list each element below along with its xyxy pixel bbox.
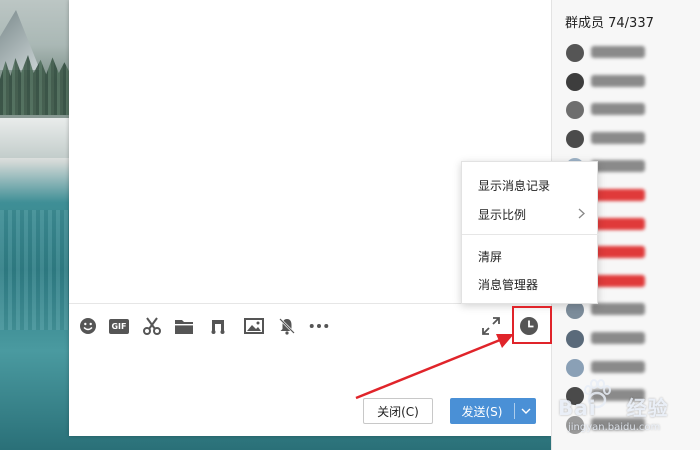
member-name-blurred	[591, 103, 645, 116]
avatar	[566, 72, 584, 91]
member-name-blurred	[591, 217, 645, 230]
background-water	[0, 210, 70, 330]
expand-icon[interactable]	[481, 316, 501, 336]
menu-item-clear-screen[interactable]: 清屏	[478, 248, 502, 265]
send-button[interactable]: 发送(S)	[450, 398, 536, 424]
avatar	[566, 101, 584, 120]
menu-item-zoom[interactable]: 显示比例	[478, 206, 526, 223]
member-name-blurred	[591, 160, 645, 173]
member-name-blurred	[591, 274, 645, 287]
watermark-brand-cn: 经验	[626, 396, 669, 420]
watermark-brand-latin: Bai	[558, 396, 597, 420]
gif-label: GIF	[109, 318, 129, 334]
member-list-item[interactable]	[566, 126, 700, 152]
member-name-blurred	[591, 332, 645, 344]
highlight-box	[512, 306, 552, 344]
watermark-brand: Bai 经验	[558, 392, 669, 421]
mute-bell-icon[interactable]	[277, 316, 297, 336]
more-icon[interactable]	[309, 316, 329, 336]
member-name-blurred	[591, 303, 645, 316]
gif-icon[interactable]: GIF	[109, 316, 129, 336]
member-list-item[interactable]	[566, 326, 700, 352]
member-list-item[interactable]	[566, 69, 700, 95]
emoji-icon[interactable]	[78, 316, 98, 336]
input-toolbar: GIF	[69, 304, 551, 344]
member-panel-title: 群成员 74/337	[565, 16, 654, 31]
menu-item-show-history[interactable]: 显示消息记录	[478, 177, 550, 194]
background-shore	[0, 118, 70, 158]
background-mountain	[0, 10, 40, 70]
member-name-blurred	[591, 360, 645, 373]
context-menu: 显示消息记录 显示比例 清屏 消息管理器	[461, 161, 599, 304]
avatar	[566, 129, 584, 148]
image-icon[interactable]	[244, 316, 264, 336]
screenshot-scissors-icon[interactable]	[142, 316, 162, 336]
member-name-blurred	[591, 46, 645, 58]
music-icon[interactable]	[208, 316, 228, 336]
chevron-right-icon	[578, 208, 585, 222]
member-name-blurred	[591, 74, 645, 87]
member-list-item[interactable]	[566, 40, 700, 66]
watermark: Bai 经验 jingyan.baidu.com	[558, 374, 698, 444]
close-button[interactable]: 关闭(C)	[363, 398, 433, 424]
member-name-blurred	[591, 189, 645, 201]
member-name-blurred	[591, 131, 645, 144]
member-list-item[interactable]	[566, 97, 700, 123]
member-name-blurred	[591, 246, 645, 259]
send-button-label: 发送(S)	[461, 404, 503, 419]
close-button-label: 关闭(C)	[377, 404, 419, 419]
avatar	[566, 44, 584, 62]
menu-item-message-manager[interactable]: 消息管理器	[478, 276, 538, 293]
folder-icon[interactable]	[174, 316, 194, 336]
menu-divider	[462, 234, 599, 235]
avatar	[566, 330, 584, 348]
watermark-site: jingyan.baidu.com	[568, 422, 661, 433]
send-options-chevron-down-icon[interactable]	[515, 398, 536, 424]
avatar	[566, 301, 584, 320]
